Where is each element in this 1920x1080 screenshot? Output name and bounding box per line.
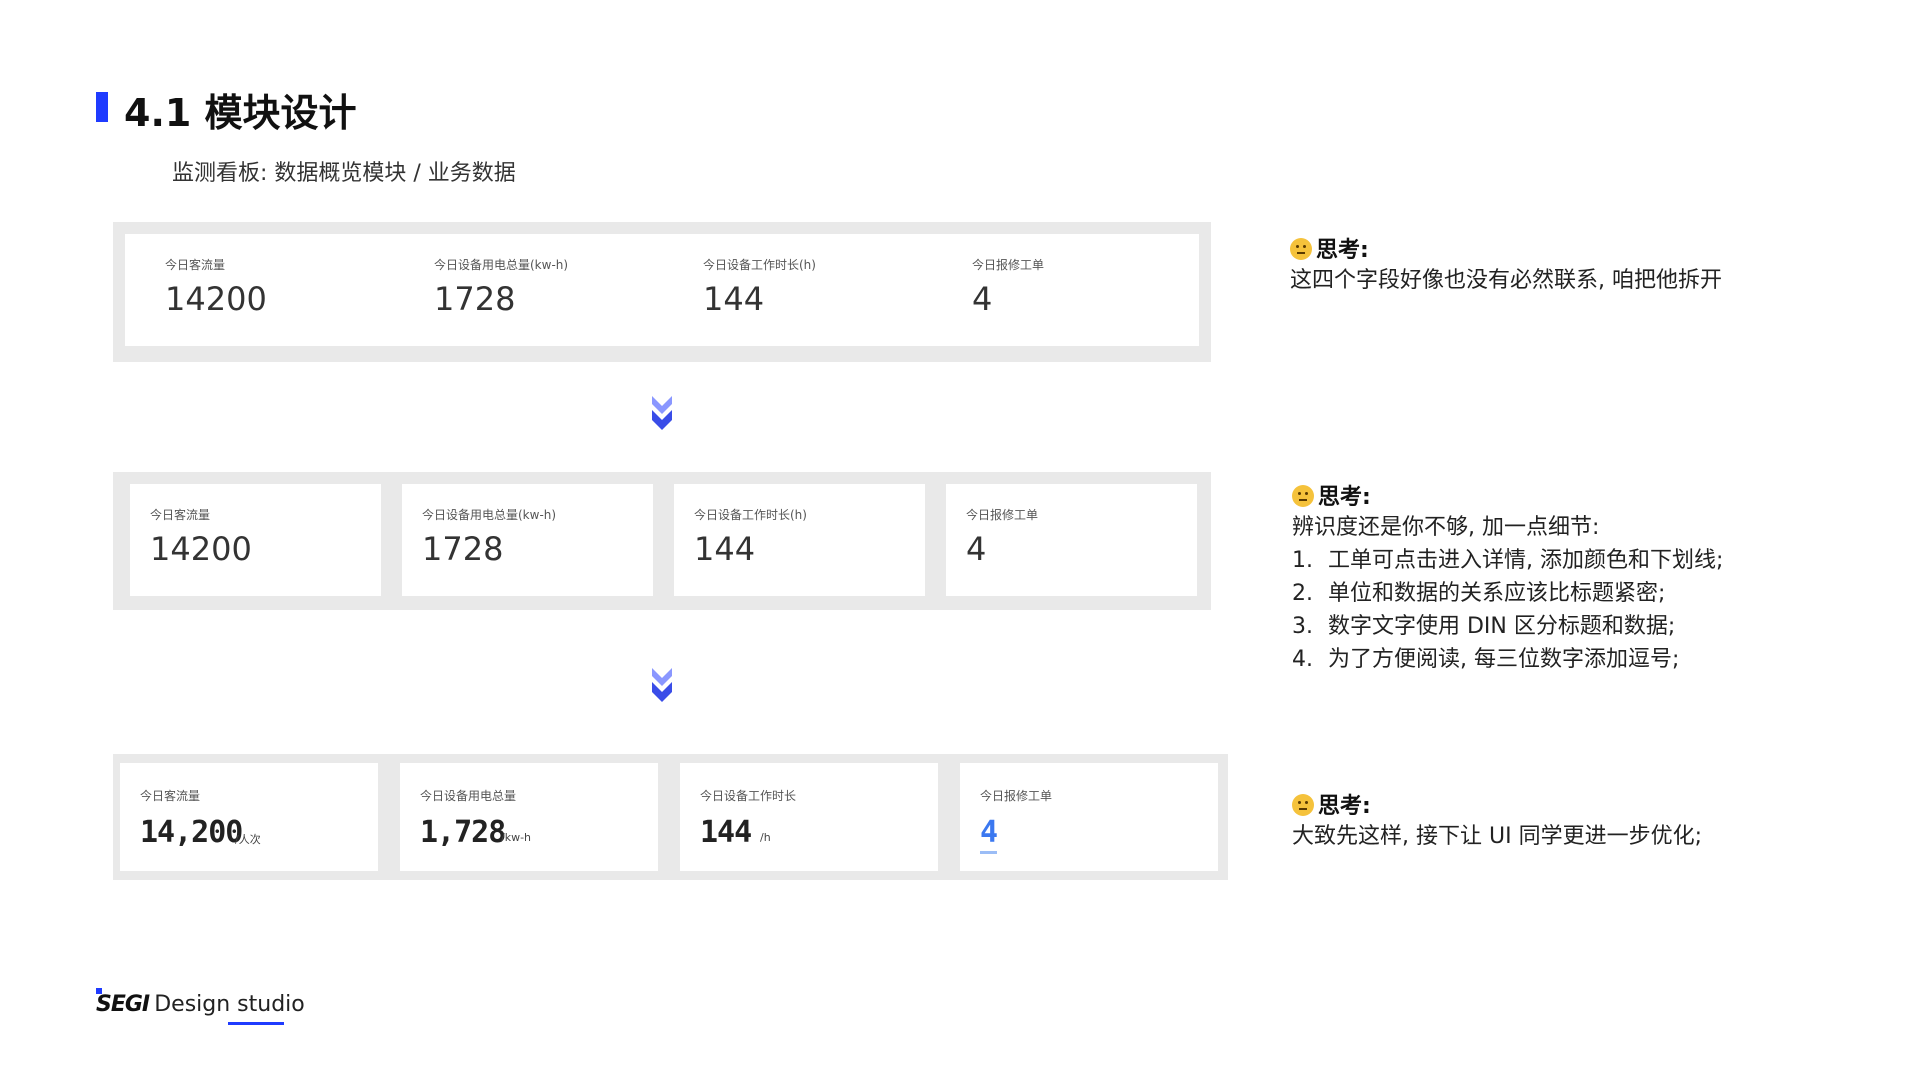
metric-value-power: 1728 bbox=[434, 280, 516, 318]
note-title-text: 思考: bbox=[1318, 794, 1371, 819]
thinking-face-icon bbox=[1292, 794, 1314, 816]
list-item: 3. 数字文字使用 DIN 区分标题和数据; bbox=[1292, 610, 1723, 643]
list-number: 1. bbox=[1292, 548, 1313, 573]
note-title-text: 思考: bbox=[1316, 238, 1369, 263]
list-item: 1. 工单可点击进入详情, 添加颜色和下划线; bbox=[1292, 544, 1723, 577]
metric-value-traffic: 14200 bbox=[165, 280, 267, 318]
brand-studio-text: Design studio bbox=[154, 992, 305, 1017]
metric-label-power: 今日设备用电总量 bbox=[420, 789, 517, 803]
metric-value-tickets: 4 bbox=[966, 530, 987, 568]
metric-value-traffic: 14,200 bbox=[140, 815, 243, 850]
metric-card-hours: 今日设备工作时长(h) 144 bbox=[674, 484, 925, 596]
metric-card-hours: 今日设备工作时长 144 /h bbox=[680, 763, 938, 871]
metric-card-traffic: 今日客流量 14,200 /人次 bbox=[120, 763, 378, 871]
metric-value-traffic: 14200 bbox=[150, 530, 252, 568]
chevron-double-down-icon bbox=[652, 396, 672, 430]
page-subtitle: 监测看板: 数据概览模块 / 业务数据 bbox=[172, 161, 516, 186]
metric-value-hours: 144 bbox=[694, 530, 756, 568]
overview-panel-v1: 今日客流量 14200 今日设备用电总量(kw-h) 1728 今日设备工作时长… bbox=[113, 222, 1211, 362]
metric-card-power: 今日设备用电总量 1,728 /kw-h bbox=[400, 763, 658, 871]
metric-value-hours: 144 bbox=[700, 815, 752, 850]
metric-label-traffic: 今日客流量 bbox=[150, 508, 211, 522]
metric-value-tickets[interactable]: 4 bbox=[980, 815, 998, 854]
note-1-title: 思考: bbox=[1290, 232, 1722, 264]
overview-panel-v3: 今日客流量 14,200 /人次 今日设备用电总量 1,728 /kw-h 今日… bbox=[113, 754, 1228, 880]
page-title: 4.1 模块设计 bbox=[124, 91, 357, 135]
metric-card-traffic: 今日客流量 14200 bbox=[130, 484, 381, 596]
metric-label-power: 今日设备用电总量(kw-h) bbox=[434, 258, 569, 272]
metric-unit-hours: /h bbox=[760, 831, 771, 844]
list-text: 单位和数据的关系应该比标题紧密; bbox=[1328, 581, 1666, 606]
overview-panel-v2: 今日客流量 14200 今日设备用电总量(kw-h) 1728 今日设备工作时长… bbox=[113, 472, 1211, 610]
metric-label-hours: 今日设备工作时长 bbox=[700, 789, 797, 803]
note-1: 思考: 这四个字段好像也没有必然联系, 咱把他拆开 bbox=[1290, 232, 1722, 297]
metric-value-power: 1,728 bbox=[420, 815, 506, 850]
metric-label-hours: 今日设备工作时长(h) bbox=[703, 258, 816, 272]
metric-label-traffic: 今日客流量 bbox=[165, 258, 226, 272]
title-accent-bar bbox=[96, 92, 108, 122]
brand-underline bbox=[228, 1022, 284, 1025]
tickets-link[interactable]: 4 bbox=[980, 815, 998, 854]
metric-unit-traffic: /人次 bbox=[235, 833, 261, 846]
note-2-list: 1. 工单可点击进入详情, 添加颜色和下划线; 2. 单位和数据的关系应该比标题紧密… bbox=[1292, 544, 1723, 676]
note-3-body: 大致先这样, 接下让 UI 同学更进一步优化; bbox=[1292, 824, 1702, 849]
metric-label-power: 今日设备用电总量(kw-h) bbox=[422, 508, 557, 522]
note-2-intro: 辨识度还是你不够, 加一点细节: bbox=[1292, 515, 1600, 540]
brand-logo: SEGI bbox=[96, 992, 150, 1017]
metric-label-tickets: 今日报修工单 bbox=[980, 789, 1053, 803]
note-title-text: 思考: bbox=[1318, 485, 1371, 510]
list-text: 数字文字使用 DIN 区分标题和数据; bbox=[1328, 614, 1676, 639]
list-text: 为了方便阅读, 每三位数字添加逗号; bbox=[1328, 647, 1680, 672]
metric-card-tickets: 今日报修工单 4 bbox=[946, 484, 1197, 596]
metric-card-power: 今日设备用电总量(kw-h) 1728 bbox=[402, 484, 653, 596]
metric-label-hours: 今日设备工作时长(h) bbox=[694, 508, 807, 522]
brand-dot bbox=[96, 988, 102, 994]
overview-card-combined: 今日客流量 14200 今日设备用电总量(kw-h) 1728 今日设备工作时长… bbox=[125, 234, 1199, 346]
metric-label-tickets: 今日报修工单 bbox=[966, 508, 1039, 522]
thinking-face-icon bbox=[1290, 238, 1312, 260]
metric-label-traffic: 今日客流量 bbox=[140, 789, 201, 803]
note-2-title: 思考: bbox=[1292, 479, 1723, 511]
metric-value-tickets: 4 bbox=[972, 280, 993, 318]
note-1-body: 这四个字段好像也没有必然联系, 咱把他拆开 bbox=[1290, 268, 1722, 293]
metric-value-hours: 144 bbox=[703, 280, 765, 318]
list-item: 4. 为了方便阅读, 每三位数字添加逗号; bbox=[1292, 643, 1723, 676]
footer-brand: SEGI Design studio bbox=[96, 988, 305, 1025]
metric-label-tickets: 今日报修工单 bbox=[972, 258, 1045, 272]
metric-unit-power: /kw-h bbox=[501, 831, 532, 844]
list-number: 4. bbox=[1292, 647, 1313, 672]
list-number: 3. bbox=[1292, 614, 1313, 639]
list-number: 2. bbox=[1292, 581, 1313, 606]
note-2: 思考: 辨识度还是你不够, 加一点细节: 1. 工单可点击进入详情, 添加颜色和下… bbox=[1292, 479, 1723, 676]
list-item: 2. 单位和数据的关系应该比标题紧密; bbox=[1292, 577, 1723, 610]
metric-value-power: 1728 bbox=[422, 530, 504, 568]
note-3-title: 思考: bbox=[1292, 788, 1702, 820]
note-3: 思考: 大致先这样, 接下让 UI 同学更进一步优化; bbox=[1292, 788, 1702, 853]
thinking-face-icon bbox=[1292, 485, 1314, 507]
chevron-double-down-icon bbox=[652, 668, 672, 702]
list-text: 工单可点击进入详情, 添加颜色和下划线; bbox=[1328, 548, 1724, 573]
metric-card-tickets: 今日报修工单 4 bbox=[960, 763, 1218, 871]
